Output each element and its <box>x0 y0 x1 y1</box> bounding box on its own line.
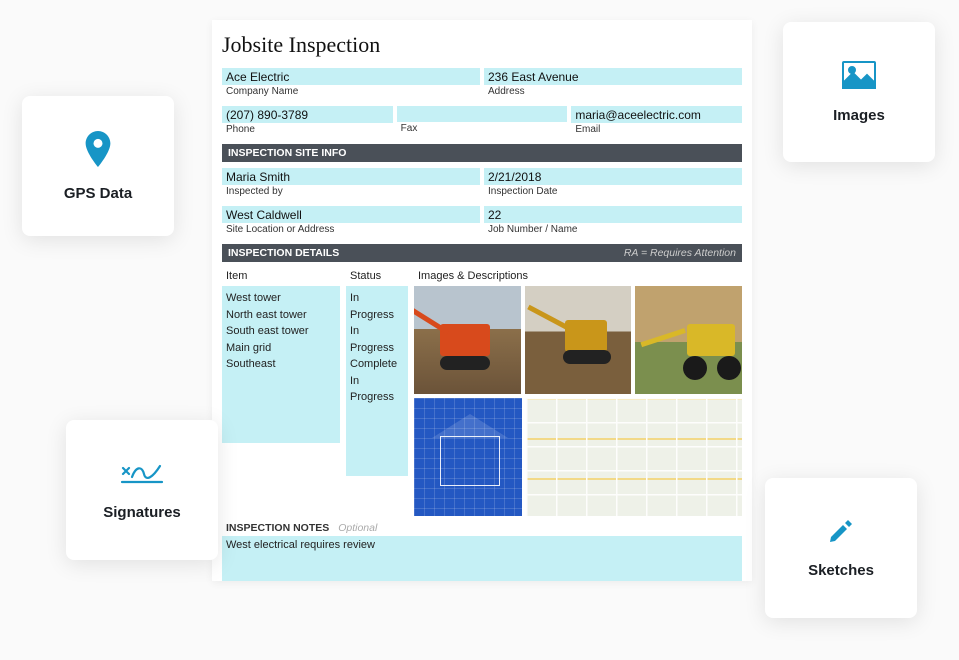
blueprint-image <box>414 398 522 516</box>
ra-note: RA = Requires Attention <box>624 247 736 259</box>
feature-card-images[interactable]: Images <box>783 22 935 162</box>
site-location-label: Site Location or Address <box>222 223 480 236</box>
card-label: GPS Data <box>64 185 132 202</box>
list-item: In Progress <box>350 290 404 323</box>
notes-body: West electrical requires review <box>222 536 742 581</box>
list-item: North east tower <box>226 307 336 324</box>
list-item: In Progress <box>350 323 404 356</box>
inspected-by-value: Maria Smith <box>222 168 480 185</box>
map-image <box>526 398 742 516</box>
list-item: Complete <box>350 356 404 373</box>
photo-excavator-yellow-2 <box>635 286 742 394</box>
signature-icon <box>120 460 164 486</box>
address-label: Address <box>484 85 742 98</box>
status-list: In Progress In Progress Complete In Prog… <box>346 286 408 476</box>
doc-title: Jobsite Inspection <box>222 32 742 58</box>
phone-value: (207) 890-3789 <box>222 106 393 123</box>
card-label: Signatures <box>103 504 181 521</box>
inspected-by-label: Inspected by <box>222 185 480 198</box>
inspection-date-value: 2/21/2018 <box>484 168 742 185</box>
section-details: INSPECTION DETAILS RA = Requires Attenti… <box>222 244 742 262</box>
photo-excavator-yellow-1 <box>525 286 632 394</box>
image-icon <box>842 61 876 89</box>
site-location-value: West Caldwell <box>222 206 480 223</box>
photo-excavator-orange <box>414 286 521 394</box>
address-value: 236 East Avenue <box>484 68 742 85</box>
col-item-head: Item <box>222 268 340 286</box>
fax-label: Fax <box>397 122 568 135</box>
company-label: Company Name <box>222 85 480 98</box>
feature-card-sketches[interactable]: Sketches <box>765 478 917 618</box>
section-site-info: INSPECTION SITE INFO <box>222 144 742 162</box>
job-number-value: 22 <box>484 206 742 223</box>
col-images-head: Images & Descriptions <box>414 268 742 286</box>
company-value: Ace Electric <box>222 68 480 85</box>
item-list: West tower North east tower South east t… <box>222 286 340 443</box>
section-details-label: INSPECTION DETAILS <box>228 247 339 259</box>
pencil-icon <box>828 518 854 544</box>
list-item: South east tower <box>226 323 336 340</box>
section-site-info-label: INSPECTION SITE INFO <box>228 147 346 159</box>
email-value: maria@aceelectric.com <box>571 106 742 123</box>
feature-card-signatures[interactable]: Signatures <box>66 420 218 560</box>
list-item: Main grid <box>226 340 336 357</box>
notes-optional-text: Optional <box>338 522 377 534</box>
list-item: Southeast <box>226 356 336 373</box>
location-pin-icon <box>84 131 112 167</box>
feature-card-gps[interactable]: GPS Data <box>22 96 174 236</box>
notes-title: INSPECTION NOTES Optional <box>222 516 742 536</box>
phone-label: Phone <box>222 123 393 136</box>
fax-value <box>397 106 568 122</box>
list-item: West tower <box>226 290 336 307</box>
list-item: In Progress <box>350 373 404 406</box>
notes-title-text: INSPECTION NOTES <box>226 522 329 534</box>
inspection-date-label: Inspection Date <box>484 185 742 198</box>
inspection-document: Jobsite Inspection Ace Electric Company … <box>212 20 752 581</box>
job-number-label: Job Number / Name <box>484 223 742 236</box>
email-label: Email <box>571 123 742 136</box>
col-status-head: Status <box>346 268 408 286</box>
card-label: Images <box>833 107 885 124</box>
card-label: Sketches <box>808 562 874 579</box>
